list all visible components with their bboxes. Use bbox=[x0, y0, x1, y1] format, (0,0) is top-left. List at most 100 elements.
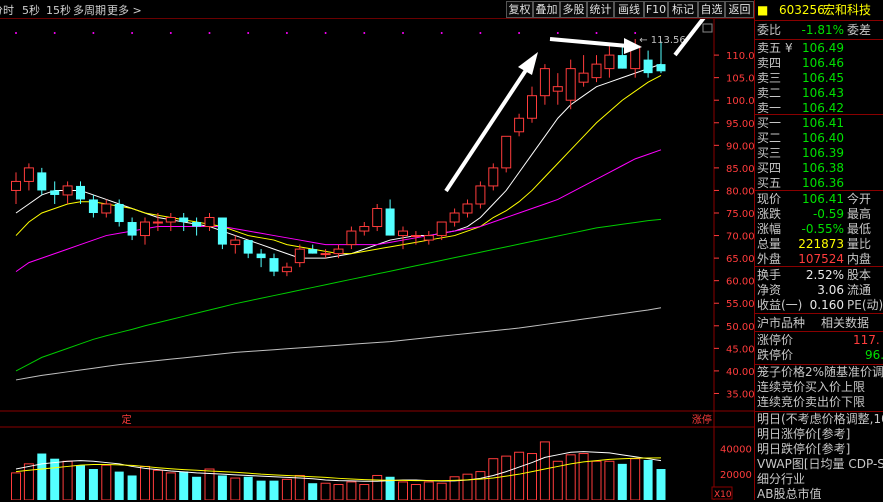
y-tick-label: 95.00 bbox=[726, 119, 754, 130]
top-marker-dot bbox=[440, 32, 443, 34]
period-intraday[interactable]: 分时 bbox=[0, 2, 14, 18]
period-15s[interactable]: 15秒 bbox=[46, 2, 71, 18]
volume-bar bbox=[230, 477, 241, 500]
stat-label-2: 今开 bbox=[847, 192, 872, 206]
y-tick-label: 75.00 bbox=[726, 209, 754, 220]
overlay-button[interactable]: 叠加 bbox=[533, 1, 560, 18]
volume-bar bbox=[475, 471, 486, 500]
stat-label: 涨跌 bbox=[757, 207, 782, 221]
ask-price: 106.46 bbox=[802, 56, 844, 70]
volume-bar bbox=[179, 471, 189, 500]
y-tick-label: 45.00 bbox=[726, 344, 754, 355]
watchlist-button[interactable]: 自选 bbox=[698, 1, 725, 18]
period-multi[interactable]: 多周期 bbox=[73, 2, 106, 18]
volume-bar bbox=[256, 480, 266, 500]
volume-bar bbox=[281, 478, 292, 500]
back-button[interactable]: 返回 bbox=[725, 1, 754, 18]
top-marker-dot bbox=[402, 32, 404, 34]
bid-price: 106.40 bbox=[802, 131, 844, 145]
volume-bar bbox=[527, 453, 537, 500]
multi-stock-button[interactable]: 多股 bbox=[560, 1, 587, 18]
volume-bar bbox=[50, 458, 60, 500]
stat-row: 涨跌 -0.59 最高 bbox=[755, 207, 883, 222]
period-5s[interactable]: 5秒 bbox=[22, 2, 40, 18]
stat-value: 0.160 bbox=[809, 298, 844, 312]
volume-bar bbox=[617, 463, 627, 500]
stat-label: 外盘 bbox=[757, 252, 782, 266]
ask-price: 106.49 bbox=[802, 41, 844, 55]
mark-button[interactable]: 标记 bbox=[668, 1, 698, 18]
y-tick-label: 85.00 bbox=[726, 164, 754, 175]
candle bbox=[475, 181, 486, 209]
fuquan-button[interactable]: 复权 bbox=[506, 1, 533, 18]
tomorrow-note: 明日(不考虑价格调整,10 bbox=[757, 412, 883, 426]
candle bbox=[217, 217, 227, 250]
stat-label-2: 量比 bbox=[847, 237, 872, 251]
volume-bar bbox=[217, 475, 227, 500]
top-marker-dot bbox=[595, 32, 598, 34]
volume-bar bbox=[656, 469, 666, 500]
f10-button[interactable]: F10 bbox=[644, 1, 668, 18]
volume-bar bbox=[152, 469, 163, 500]
volume-bar bbox=[423, 481, 434, 500]
stat-label-2: 最高 bbox=[847, 207, 872, 221]
volume-bar bbox=[501, 455, 512, 500]
stat-label: 现价 bbox=[757, 192, 782, 206]
tab-market-variety[interactable]: 沪市品种 bbox=[757, 316, 805, 331]
y-tick-label: 50.00 bbox=[726, 322, 754, 333]
stat-value: 221873 bbox=[798, 237, 844, 251]
candle bbox=[488, 163, 499, 191]
volume-bar bbox=[591, 460, 602, 500]
limit-up-value: 117. bbox=[853, 333, 880, 347]
top-marker-dot bbox=[53, 32, 56, 34]
stat-label-2: 最低 bbox=[847, 222, 872, 236]
volume-bar bbox=[114, 471, 124, 500]
stat-label-2: 流通 bbox=[847, 283, 872, 297]
volume-bar bbox=[88, 469, 98, 500]
y-tick-label: 110.0 bbox=[726, 51, 754, 62]
volume-bar bbox=[410, 484, 421, 500]
period-toolbar: 分时 5秒 15秒 多周期 更多 > 复权 叠加 多股 统计 画线 F10 标记… bbox=[0, 0, 754, 19]
period-more[interactable]: 更多 > bbox=[107, 2, 142, 18]
stat-label-2: PE(动) bbox=[847, 298, 883, 312]
stat-value: 3.06 bbox=[817, 283, 844, 297]
limit-down-label: 跌停价 bbox=[757, 348, 794, 362]
ask-row: 卖四 106.46 bbox=[755, 56, 883, 71]
vwap-link[interactable]: VWAP图[日均量 CDP-ST bbox=[757, 457, 883, 472]
top-marker-dot bbox=[363, 32, 366, 34]
ask-price: 106.43 bbox=[802, 86, 844, 100]
stat-value: 107524 bbox=[798, 252, 844, 266]
stat-row: 收益(一) 0.160 PE(动) bbox=[755, 298, 883, 313]
stat-label-2: 股本 bbox=[847, 268, 872, 282]
stat-value: -0.59 bbox=[812, 207, 844, 221]
stat-label: 涨幅 bbox=[757, 222, 782, 236]
event-marker: 定 bbox=[122, 413, 132, 426]
volume-bar bbox=[140, 465, 150, 500]
stock-code: 603256 bbox=[779, 3, 825, 17]
stat-label: 换手 bbox=[757, 268, 782, 282]
volume-bar bbox=[462, 473, 473, 500]
industry-link[interactable]: 细分行业 bbox=[757, 472, 805, 487]
statistics-button[interactable]: 统计 bbox=[587, 1, 614, 18]
limit-up-label: 涨停价 bbox=[757, 333, 794, 347]
bid-row: 买三 106.39 bbox=[755, 146, 883, 161]
note-sell-limit: 连续竞价卖出价下限 bbox=[757, 395, 866, 409]
volume-bar bbox=[243, 476, 253, 500]
ask-label: 卖四 bbox=[757, 56, 782, 70]
top-marker-dot bbox=[15, 32, 17, 34]
volume-bar bbox=[269, 480, 279, 500]
volume-tick-label: 40000 bbox=[720, 444, 752, 455]
kline-chart[interactable]: 110.0 105.0 100.0 95.00 90.00 85.00 80.00 75.00… bbox=[0, 19, 754, 500]
limit-down-value: 96. bbox=[865, 348, 883, 362]
bid-price: 106.39 bbox=[802, 146, 844, 160]
draw-line-button[interactable]: 画线 bbox=[614, 1, 644, 18]
top-marker-dot bbox=[247, 32, 250, 34]
top-marker-dot bbox=[556, 32, 559, 34]
top-marker-dot bbox=[92, 32, 95, 34]
ask-row: 卖三 106.45 bbox=[755, 71, 883, 86]
volume-bar bbox=[23, 463, 34, 500]
volume-bar bbox=[101, 464, 112, 500]
tab-related-data[interactable]: 相关数据 bbox=[821, 316, 869, 331]
stat-row: 净资 3.06 流通 bbox=[755, 283, 883, 298]
stat-label: 总量 bbox=[757, 237, 782, 251]
